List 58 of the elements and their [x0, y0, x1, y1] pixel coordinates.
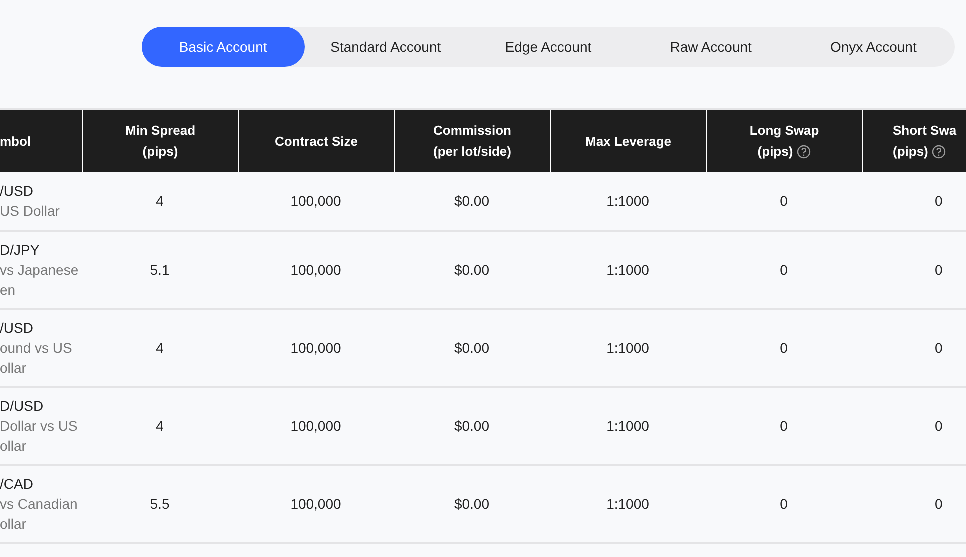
symbol-description: vs Japanese en [0, 261, 80, 300]
header-text: Short Swa [893, 122, 957, 140]
symbol-code: /CAD [0, 475, 34, 494]
header-text: mbol [0, 132, 32, 150]
symbol-code: /USD [0, 319, 34, 338]
account-tab[interactable]: Onyx Account [792, 27, 955, 67]
table-cell-text: 1:1000 [606, 494, 650, 514]
table-cell-text: 100,000 [290, 192, 342, 210]
table-cell-text: 0 [780, 494, 788, 514]
table-cell-text: 0 [935, 192, 943, 210]
table-cell-text: 0 [780, 416, 788, 436]
header-text: (per lot/side) [433, 143, 512, 161]
symbol-code: D/JPY [0, 241, 41, 260]
table-cell-text: 4 [156, 416, 164, 436]
header-text: Long Swap [750, 122, 820, 140]
header-text: (pips) [142, 143, 178, 161]
table-cell-text: 1:1000 [606, 338, 650, 358]
table-cell-text: 4 [156, 192, 164, 210]
table-cell-text: $0.00 [454, 338, 490, 358]
table-cell-text: 0 [780, 260, 788, 280]
table-cell-text: 0 [935, 416, 943, 436]
table-cell-text: $0.00 [454, 260, 490, 280]
table-cell-text: 100,000 [290, 338, 342, 358]
header-text: Commission [433, 122, 512, 140]
table-cell-text: 0 [780, 338, 788, 358]
table-cell-text: $0.00 [454, 192, 490, 210]
header-text: Contract Size [274, 132, 358, 150]
table-cell-text: 5.5 [150, 494, 170, 514]
header-text: (pips) [893, 143, 928, 161]
table-cell-text: 1:1000 [606, 260, 650, 280]
table-cell-text: 0 [935, 338, 943, 358]
account-tab[interactable]: Basic Account [142, 27, 305, 67]
table-cell-text: 100,000 [290, 260, 342, 280]
symbol-description: Dollar vs US ollar [0, 417, 79, 456]
symbol-code: /USD [0, 182, 34, 201]
table-cell-text: $0.00 [454, 494, 490, 514]
header-text: (pips) [758, 143, 794, 161]
symbol-code: D/USD [0, 397, 45, 416]
account-tab[interactable]: Edge Account [467, 27, 630, 67]
table-cell-text: 1:1000 [606, 416, 650, 436]
table-cell-text: 1:1000 [606, 192, 650, 210]
header-text: Max Leverage [586, 132, 672, 151]
table-cell-text: 100,000 [290, 416, 342, 436]
table-cell-text: 0 [935, 494, 943, 514]
table-cell-text: 5.1 [150, 260, 170, 280]
table-cell-text: $0.00 [454, 416, 490, 436]
help-icon[interactable] [932, 144, 946, 158]
symbol-description: US Dollar [0, 202, 61, 221]
table-cell-text: 0 [935, 260, 943, 280]
symbol-description: ound vs US ollar [0, 339, 74, 378]
symbol-description: vs Canadian ollar [0, 495, 79, 534]
help-icon[interactable] [797, 144, 812, 158]
table-cell-text: 4 [156, 338, 164, 358]
table-cell-text: 0 [780, 192, 788, 210]
account-tab[interactable]: Raw Account [630, 27, 792, 67]
header-text: Min Spread [125, 122, 196, 140]
table-cell-text: 100,000 [290, 494, 342, 514]
account-tab[interactable]: Standard Account [304, 27, 468, 67]
